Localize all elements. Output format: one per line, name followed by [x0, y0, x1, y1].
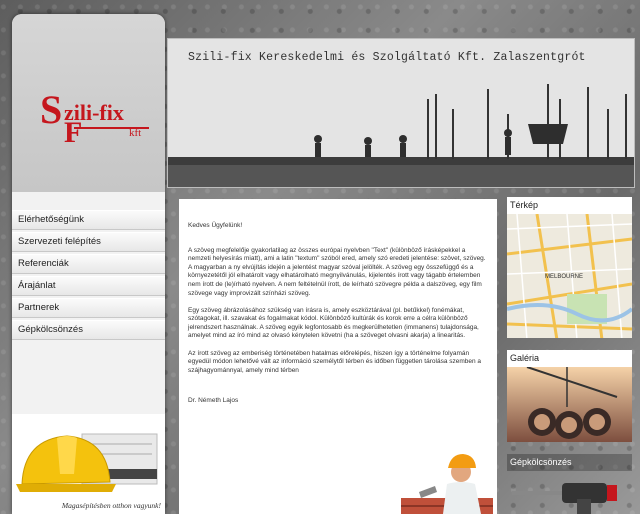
main-nav: Elérhetőségünk Szervezeti felépítés Refe…: [12, 210, 165, 340]
paragraph-2: Egy szöveg ábrázolásához szükség van írá…: [188, 306, 479, 340]
map-image[interactable]: MELBOURNE: [507, 213, 632, 338]
gallery-widget[interactable]: Galéria: [507, 350, 632, 442]
rental-widget[interactable]: Gépkölcsönzés: [507, 454, 632, 514]
nav-item-machine-rental[interactable]: Gépkölcsönzés: [12, 320, 165, 340]
nav-item-organization[interactable]: Szervezeti felépítés: [12, 232, 165, 252]
drill-icon[interactable]: [507, 471, 632, 514]
rental-title: Gépkölcsönzés: [507, 454, 632, 471]
left-panel: S zili-fix F kft Elérhetőségünk Szerveze…: [12, 14, 165, 514]
hard-hat-icon: [16, 433, 158, 492]
map-label: MELBOURNE: [545, 274, 583, 280]
construction-scene-image: [168, 84, 634, 187]
logo-letter-s: S: [40, 87, 63, 132]
logo[interactable]: S zili-fix F kft: [12, 14, 165, 192]
nav-item-partners[interactable]: Partnerek: [12, 298, 165, 318]
gallery-title: Galéria: [510, 353, 540, 363]
signature: Dr. Németh Lajos: [188, 397, 239, 405]
map-widget[interactable]: Térkép MELBOURNE: [507, 197, 632, 338]
greeting: Kedves Ügyfelünk!: [188, 222, 243, 229]
gallery-image[interactable]: [507, 366, 632, 442]
header-banner: Szili-fix Kereskedelmi és Szolgáltató Kf…: [167, 38, 635, 188]
worker-image: [401, 454, 493, 514]
logo-letter-f: F: [64, 116, 83, 149]
slogan: Magasépítésben otthon vagyunk!: [61, 501, 161, 510]
logo-kft: kft: [129, 127, 142, 139]
nav-item-quote[interactable]: Árajánlat: [12, 276, 165, 296]
helmet-image: Magasépítésben otthon vagyunk!: [12, 414, 165, 514]
nav-item-contact[interactable]: Elérhetőségünk: [12, 210, 165, 230]
nav-item-references[interactable]: Referenciák: [12, 254, 165, 274]
map-title: Térkép: [510, 200, 539, 210]
paragraph-1: A szöveg megfelelője gyakorlatilag az ös…: [188, 246, 486, 297]
paragraph-3: Az írott szöveg az emberiség történetébe…: [188, 349, 482, 374]
main-content: Kedves Ügyfelünk! A szöveg megfelelője g…: [179, 199, 497, 514]
